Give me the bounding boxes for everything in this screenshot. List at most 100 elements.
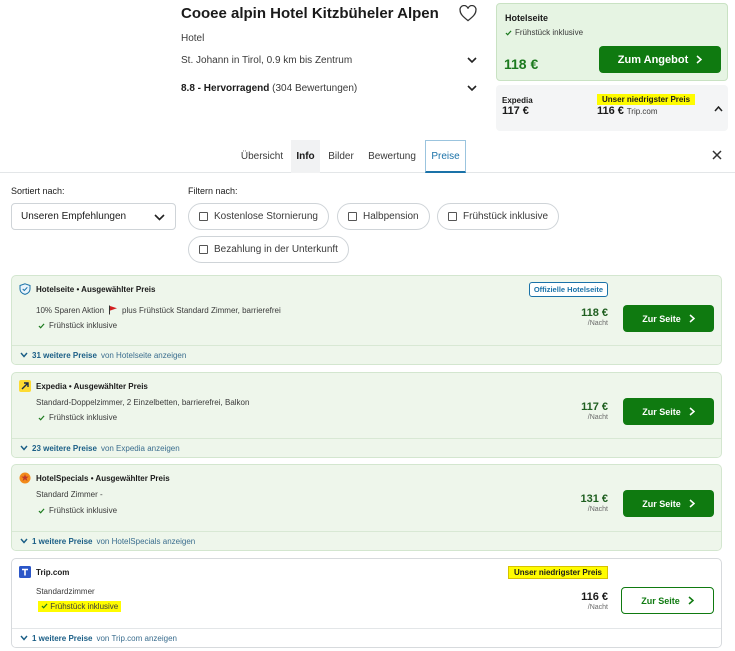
tripcom-icon	[19, 566, 31, 578]
more-prices-link[interactable]: 1 weitere Preise von Trip.com anzeigen	[12, 628, 721, 647]
tab-images[interactable]: Bilder	[323, 140, 359, 173]
alt-offers-box[interactable]: Expedia 117 € Unser niedrigster Preis 11…	[496, 85, 728, 131]
alt-offer-price: 117 €	[502, 105, 529, 117]
expedia-icon	[19, 380, 31, 392]
hotel-name: Cooee alpin Hotel Kitzbüheler Alpen	[181, 5, 439, 22]
price-card-expedia: Expedia • Ausgewählter Preis Standard-Do…	[11, 372, 722, 458]
tab-reviews[interactable]: Bewertung	[362, 140, 422, 173]
top-offer-price: 118 €	[504, 56, 539, 72]
to-offer-button-label: Zum Angebot	[617, 53, 689, 66]
top-offer-box: Hotelseite Frühstück inklusive 118 € Zum…	[496, 3, 728, 81]
more-prices-link[interactable]: 31 weitere Preise von Hotelseite anzeige…	[12, 345, 721, 364]
filter-half-board[interactable]: Halbpension	[337, 203, 430, 230]
location-row[interactable]: St. Johann in Tirol, 0.9 km bis Zentrum	[181, 55, 477, 66]
checkbox[interactable]	[348, 212, 357, 221]
card-room: Standard Zimmer -	[36, 490, 103, 499]
heart-icon[interactable]	[459, 5, 477, 22]
filter-breakfast-included[interactable]: Frühstück inklusive	[437, 203, 560, 230]
checkbox[interactable]	[448, 212, 457, 221]
card-included: Frühstück inklusive	[38, 321, 117, 330]
sort-label: Sortiert nach:	[11, 186, 65, 196]
checkbox[interactable]	[199, 212, 208, 221]
room-suffix: plus Frühstück Standard Zimmer, barriere…	[122, 305, 281, 315]
filter-option-label: Bezahlung in der Unterkunft	[214, 244, 338, 255]
card-header: Trip.com	[19, 566, 69, 578]
more-prices-link[interactable]: 23 weitere Preise von Expedia anzeigen	[12, 438, 721, 457]
filter-option-label: Halbpension	[363, 211, 419, 222]
card-title: Expedia • Ausgewählter Preis	[36, 381, 148, 391]
card-header: HotelSpecials • Ausgewählter Preis	[19, 472, 170, 484]
more-prices-suffix: von Trip.com anzeigen	[96, 633, 177, 643]
chevron-down-icon	[467, 57, 477, 64]
room-text: Standard-Doppelzimmer, 2 Einzelbetten, b…	[36, 398, 250, 407]
to-site-button-label: Zur Seite	[642, 498, 681, 509]
to-site-button[interactable]: Zur Seite	[623, 305, 714, 332]
check-icon	[505, 29, 512, 36]
chevron-right-icon	[696, 55, 703, 64]
chevron-down-icon	[20, 445, 28, 451]
checkbox[interactable]	[199, 245, 208, 254]
to-offer-button[interactable]: Zum Angebot	[599, 46, 721, 73]
card-title: Trip.com	[36, 567, 70, 577]
card-price: 117 € /Nacht	[581, 401, 608, 421]
card-room: Standard-Doppelzimmer, 2 Einzelbetten, b…	[36, 398, 249, 407]
tab-prices[interactable]: Preise	[425, 140, 466, 173]
price-value: 116 €	[581, 591, 608, 603]
chevron-down-icon	[20, 635, 28, 641]
chevron-right-icon	[689, 499, 695, 508]
tab-overview[interactable]: Übersicht	[236, 140, 288, 173]
included-text: Frühstück inklusive	[50, 602, 119, 611]
card-header: Hotelseite • Ausgewählter Preis	[19, 283, 155, 295]
check-icon	[38, 414, 45, 421]
top-offer-provider: Hotelseite	[505, 13, 549, 23]
included-text: Frühstück inklusive	[49, 321, 118, 330]
price-card-tripcom: Trip.com Unser niedrigster Preis Standar…	[11, 558, 722, 648]
card-included: Frühstück inklusive	[38, 413, 117, 422]
to-site-button-label: Zur Seite	[642, 406, 681, 417]
lowest-price-badge: Unser niedrigster Preis	[507, 566, 608, 579]
top-offer-included-text: Frühstück inklusive	[515, 28, 584, 37]
more-prices-suffix: von HotelSpecials anzeigen	[96, 536, 196, 546]
chevron-right-icon	[688, 596, 694, 605]
room-prefix: 10% Sparen Aktion	[36, 305, 105, 315]
included-text: Frühstück inklusive	[49, 413, 118, 422]
to-site-button-label: Zur Seite	[641, 595, 680, 606]
filter-pay-at-property[interactable]: Bezahlung in der Unterkunft	[188, 236, 349, 263]
official-site-badge: Offizielle Hotelseite	[528, 282, 608, 297]
shield-icon	[19, 283, 31, 295]
more-prices-count: 1 weitere Preise	[32, 536, 93, 546]
price-value: 131 €	[580, 493, 608, 505]
card-room: 10% Sparen Aktion plus Frühstück Standar…	[36, 305, 281, 315]
to-site-button[interactable]: Zur Seite	[621, 587, 714, 614]
chevron-up-icon[interactable]	[714, 106, 723, 112]
rating-row[interactable]: 8.8 - Hervorragend (304 Bewertungen)	[181, 83, 477, 94]
per-night: /Nacht	[587, 604, 608, 611]
filter-option-label: Frühstück inklusive	[463, 211, 549, 222]
included-highlight: Frühstück inklusive	[38, 601, 122, 612]
hotel-type: Hotel	[181, 33, 205, 44]
more-prices-suffix: von Expedia anzeigen	[100, 443, 180, 453]
chevron-right-icon	[689, 314, 695, 323]
filter-free-cancellation[interactable]: Kostenlose Stornierung	[188, 203, 329, 230]
more-prices-count: 31 weitere Preise	[32, 350, 97, 360]
alt-offer-provider: Expedia	[502, 96, 533, 105]
sort-select[interactable]: Unseren Empfehlungen	[11, 203, 176, 230]
more-prices-link[interactable]: 1 weitere Preise von HotelSpecials anzei…	[12, 531, 721, 550]
room-text: Standard Zimmer -	[36, 490, 103, 499]
close-icon[interactable]	[712, 150, 722, 160]
alt-offer-expedia[interactable]: Expedia 117 €	[502, 96, 533, 117]
card-included: Frühstück inklusive	[38, 601, 122, 612]
top-offer-included: Frühstück inklusive	[505, 28, 583, 37]
chevron-down-icon	[20, 538, 28, 544]
card-title: HotelSpecials • Ausgewählter Preis	[36, 473, 170, 483]
to-site-button-label: Zur Seite	[642, 313, 681, 324]
alt-offer-tripcom[interactable]: Unser niedrigster Preis 116 € Trip.com	[597, 94, 696, 117]
card-title: Hotelseite • Ausgewählter Preis	[36, 284, 156, 294]
rating-text: 8.8 - Hervorragend (304 Bewertungen)	[181, 83, 357, 94]
to-site-button[interactable]: Zur Seite	[623, 490, 714, 517]
card-header: Expedia • Ausgewählter Preis	[19, 380, 148, 392]
to-site-button[interactable]: Zur Seite	[623, 398, 714, 425]
tab-info[interactable]: Info	[291, 140, 320, 173]
filter-option-label: Kostenlose Stornierung	[214, 211, 318, 222]
chevron-down-icon	[467, 85, 477, 92]
